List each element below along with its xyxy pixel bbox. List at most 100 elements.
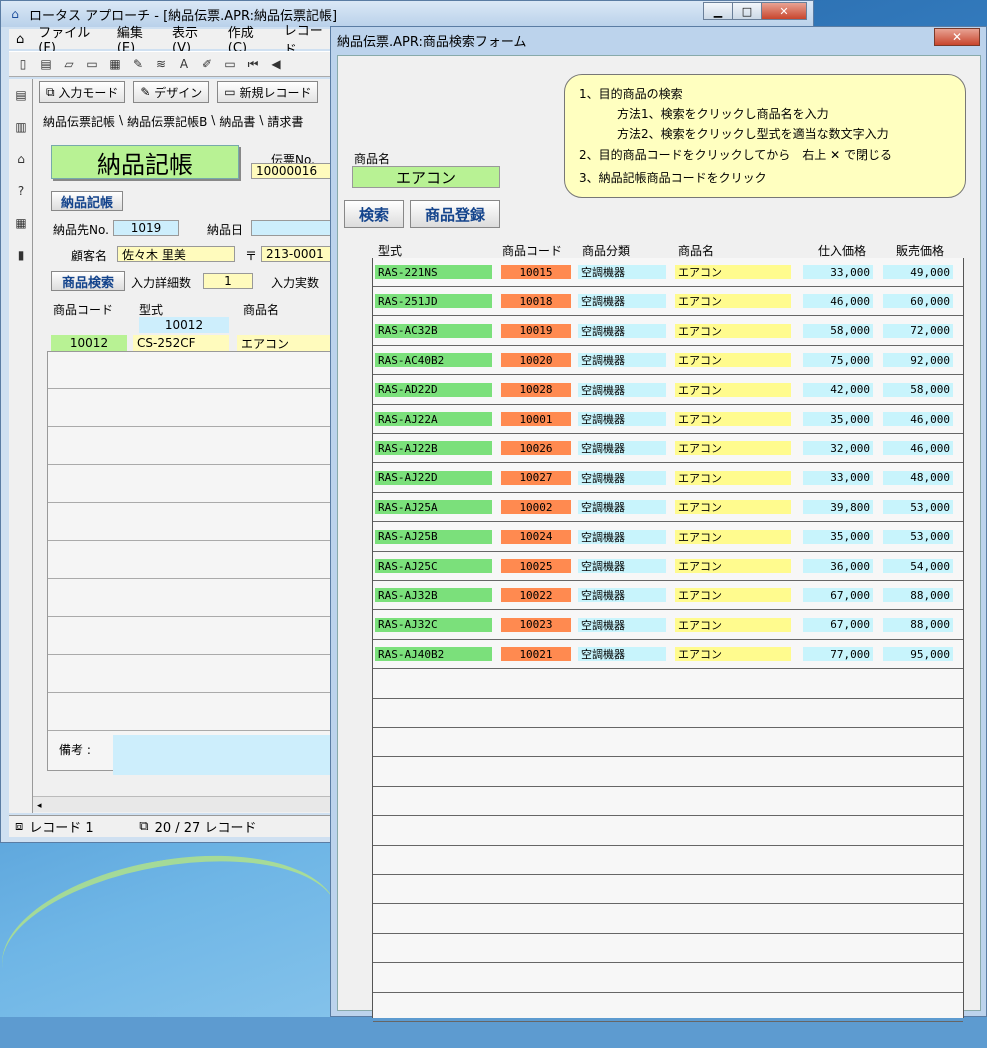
name-cell[interactable]: エアコン: [675, 294, 791, 309]
price-cell[interactable]: 72,000: [883, 323, 953, 338]
pencil-icon[interactable]: ✎: [128, 54, 148, 74]
code-cell[interactable]: 10015: [501, 265, 571, 279]
model-cell[interactable]: RAS-221NS: [375, 265, 492, 279]
code-cell[interactable]: 10018: [501, 294, 571, 309]
cost-cell[interactable]: 42,000: [803, 382, 873, 397]
model-cell[interactable]: RAS-AJ25C: [375, 559, 492, 573]
table-row[interactable]: RAS-AJ32C 10023 空調機器 エアコン 67,000 88,000: [373, 611, 963, 640]
cost-cell[interactable]: 35,000: [803, 412, 873, 426]
category-cell[interactable]: 空調機器: [578, 559, 666, 573]
field-icon[interactable]: ▭: [220, 54, 240, 74]
code-cell[interactable]: 10025: [501, 559, 571, 573]
table-row[interactable]: RAS-AJ25B 10024 空調機器 エアコン 35,000 53,000: [373, 523, 963, 552]
preview-icon[interactable]: ▦: [105, 54, 125, 74]
table-row[interactable]: RAS-AC40B2 10020 空調機器 エアコン 75,000 92,000: [373, 346, 963, 376]
cost-cell[interactable]: 46,000: [803, 294, 873, 309]
name-cell[interactable]: エアコン: [675, 647, 791, 662]
price-cell[interactable]: 53,000: [883, 529, 953, 544]
tab-slip-entry-b[interactable]: 納品伝票記帳B: [127, 113, 207, 130]
category-cell[interactable]: 空調機器: [578, 470, 666, 485]
name-cell[interactable]: エアコン: [675, 412, 791, 426]
product-name-field[interactable]: エアコン: [352, 166, 500, 188]
code-cell[interactable]: 10021: [501, 647, 571, 662]
database-icon[interactable]: ▦: [11, 213, 31, 233]
record-nav-icon[interactable]: ⧈: [15, 819, 23, 834]
model-cell[interactable]: RAS-AJ32C: [375, 617, 492, 632]
minimize-button[interactable]: ▁: [703, 2, 733, 20]
prev-record-icon[interactable]: ◀: [266, 54, 286, 74]
form-icon[interactable]: ▤: [11, 85, 31, 105]
table-row[interactable]: RAS-AJ40B2 10021 空調機器 エアコン 77,000 95,000: [373, 640, 963, 670]
first-record-icon[interactable]: ⏮: [243, 54, 263, 74]
category-cell[interactable]: 空調機器: [578, 323, 666, 338]
price-cell[interactable]: 46,000: [883, 412, 953, 426]
table-row[interactable]: RAS-251JD 10018 空調機器 エアコン 46,000 60,000: [373, 287, 963, 317]
name-cell[interactable]: エアコン: [675, 500, 791, 515]
cost-cell[interactable]: 33,000: [803, 470, 873, 485]
table-row[interactable]: RAS-AC32B 10019 空調機器 エアコン 58,000 72,000: [373, 317, 963, 346]
code-cell[interactable]: 10001: [501, 412, 571, 426]
code-cell[interactable]: 10023: [501, 617, 571, 632]
price-cell[interactable]: 60,000: [883, 294, 953, 309]
cost-cell[interactable]: 39,800: [803, 500, 873, 515]
dest-no-field[interactable]: 1019: [113, 220, 179, 236]
record-button[interactable]: 納品記帳: [51, 191, 123, 211]
model-cell[interactable]: RAS-AJ40B2: [375, 647, 492, 662]
design-button[interactable]: ✎ デザイン: [133, 81, 210, 103]
maximize-button[interactable]: □: [732, 2, 762, 20]
model-cell[interactable]: RAS-AJ25B: [375, 529, 492, 544]
name-cell[interactable]: エアコン: [675, 441, 791, 456]
price-cell[interactable]: 49,000: [883, 265, 953, 279]
tab-slip-entry[interactable]: 納品伝票記帳: [43, 113, 115, 130]
customer-field[interactable]: 佐々木 里美: [117, 246, 235, 262]
table-row[interactable]: RAS-AJ25C 10025 空調機器 エアコン 36,000 54,000: [373, 552, 963, 581]
home-icon[interactable]: ⌂: [11, 149, 31, 169]
cost-cell[interactable]: 36,000: [803, 559, 873, 573]
cost-cell[interactable]: 77,000: [803, 647, 873, 662]
cost-cell[interactable]: 58,000: [803, 323, 873, 338]
cost-cell[interactable]: 75,000: [803, 353, 873, 368]
category-cell[interactable]: 空調機器: [578, 529, 666, 544]
new-record-button[interactable]: ▭ 新規レコード: [217, 81, 319, 103]
zip-field[interactable]: 213-0001: [261, 246, 333, 262]
category-cell[interactable]: 空調機器: [578, 294, 666, 309]
category-cell[interactable]: 空調機器: [578, 500, 666, 515]
price-cell[interactable]: 58,000: [883, 382, 953, 397]
table-row[interactable]: RAS-AJ22B 10026 空調機器 エアコン 32,000 46,000: [373, 434, 963, 464]
cost-cell[interactable]: 33,000: [803, 265, 873, 279]
model-cell[interactable]: RAS-AC32B: [375, 323, 492, 338]
category-cell[interactable]: 空調機器: [578, 353, 666, 368]
table-row[interactable]: RAS-AJ32B 10022 空調機器 エアコン 67,000 88,000: [373, 581, 963, 611]
code-cell[interactable]: 10020: [501, 353, 571, 368]
input-mode-button[interactable]: ⧉ 入力モード: [39, 81, 126, 103]
code-cell[interactable]: 10026: [501, 441, 571, 456]
top-code-field[interactable]: 10012: [139, 317, 229, 333]
model-cell[interactable]: RAS-AC40B2: [375, 353, 492, 368]
product-register-button[interactable]: 商品登録: [410, 200, 500, 228]
cost-cell[interactable]: 32,000: [803, 441, 873, 456]
scroll-left-icon[interactable]: ◂: [37, 801, 42, 811]
name-cell[interactable]: エアコン: [675, 323, 791, 338]
code-cell[interactable]: 10022: [501, 588, 571, 603]
chart-icon[interactable]: ▮: [11, 245, 31, 265]
tab-delivery-note[interactable]: 納品書: [219, 113, 255, 130]
slip-no-field[interactable]: 10000016: [251, 163, 333, 179]
code-cell[interactable]: 10027: [501, 470, 571, 485]
price-cell[interactable]: 53,000: [883, 500, 953, 515]
cost-cell[interactable]: 35,000: [803, 529, 873, 544]
text-icon[interactable]: A: [174, 54, 194, 74]
table-row[interactable]: RAS-AJ25A 10002 空調機器 エアコン 39,800 53,000: [373, 493, 963, 523]
format-icon[interactable]: ≋: [151, 54, 171, 74]
search-button[interactable]: 検索: [344, 200, 404, 228]
delivery-date-field[interactable]: [251, 220, 333, 236]
print-icon[interactable]: ▭: [82, 54, 102, 74]
report-icon[interactable]: ▥: [11, 117, 31, 137]
table-row[interactable]: RAS-221NS 10015 空調機器 エアコン 33,000 49,000: [373, 258, 963, 287]
line-model-field[interactable]: CS-252CF: [133, 335, 229, 351]
folder-icon[interactable]: ▱: [59, 54, 79, 74]
table-row[interactable]: RAS-AJ22D 10027 空調機器 エアコン 33,000 48,000: [373, 464, 963, 493]
category-cell[interactable]: 空調機器: [578, 412, 666, 426]
name-cell[interactable]: エアコン: [675, 588, 791, 603]
dialog-close-button[interactable]: ✕: [934, 28, 980, 46]
category-cell[interactable]: 空調機器: [578, 617, 666, 632]
